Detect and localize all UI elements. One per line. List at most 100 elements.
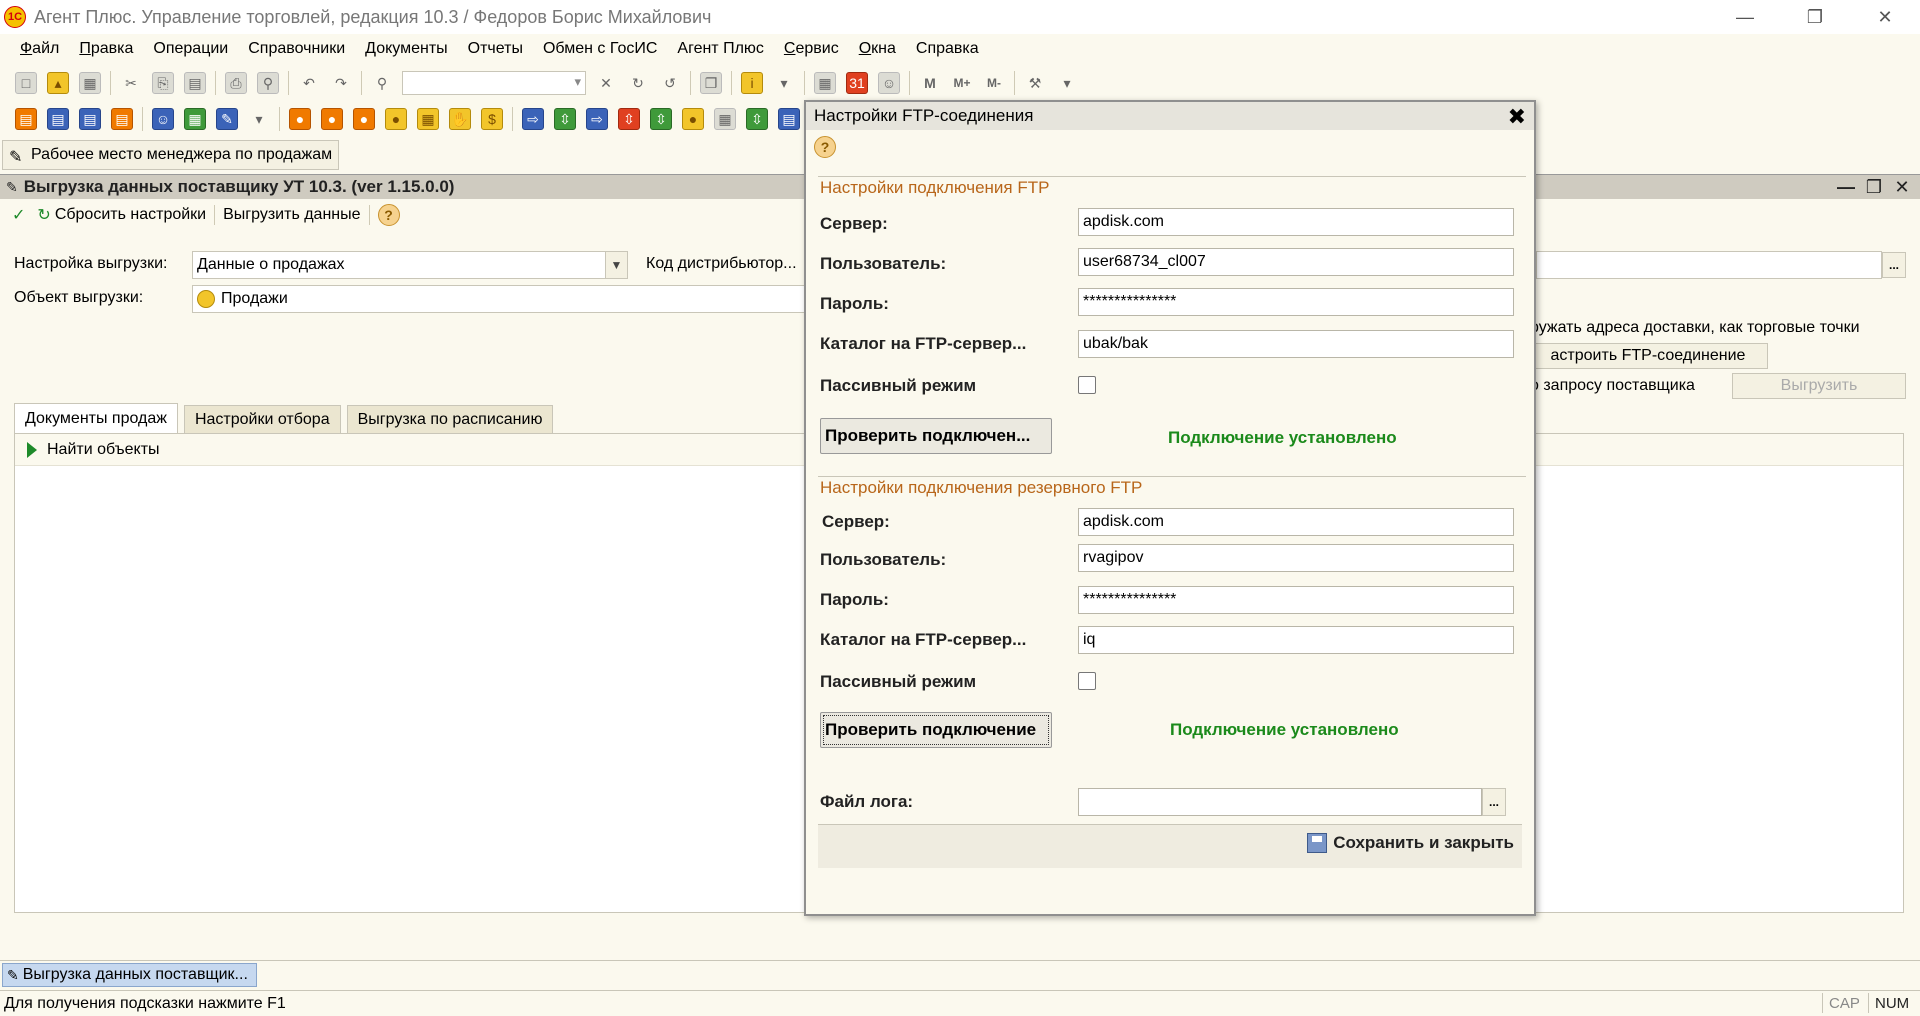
reserve-user-input[interactable]: rvagipov bbox=[1078, 544, 1514, 572]
reserve-passive-mode-checkbox[interactable] bbox=[1078, 672, 1096, 690]
open-folder-icon[interactable]: ▴ bbox=[47, 72, 69, 94]
redo-icon[interactable]: ↷ bbox=[330, 72, 352, 94]
order-2-icon[interactable]: ● bbox=[321, 108, 343, 130]
hand-icon[interactable]: ✋ bbox=[449, 108, 471, 130]
help-button[interactable]: ? bbox=[372, 204, 406, 226]
menu-windows[interactable]: Окна bbox=[849, 40, 906, 58]
doc-stack-orange-icon[interactable]: ▤ bbox=[111, 108, 133, 130]
tab-sales-documents[interactable]: Документы продаж bbox=[14, 403, 178, 433]
dropdown-arrow-icon[interactable]: ▾ bbox=[248, 108, 270, 130]
reserve-server-input[interactable]: apdisk.com bbox=[1078, 508, 1514, 536]
minimize-icon[interactable]: — bbox=[1710, 0, 1780, 34]
reset-settings-button[interactable]: ↻ Сбросить настройки bbox=[31, 205, 212, 225]
distributor-code-select-button[interactable]: ... bbox=[1882, 252, 1906, 278]
find-prev-icon[interactable]: ↺ bbox=[659, 72, 681, 94]
user-input[interactable]: user68734_cl007 bbox=[1078, 248, 1514, 276]
close-icon[interactable]: ✕ bbox=[1850, 0, 1920, 34]
coins-icon[interactable]: ● bbox=[385, 108, 407, 130]
save-icon[interactable]: ▦ bbox=[79, 72, 101, 94]
doc-list-icon[interactable]: ▤ bbox=[47, 108, 69, 130]
passive-mode-checkbox[interactable] bbox=[1078, 376, 1096, 394]
menu-file[interactable]: Файл bbox=[10, 40, 69, 58]
windows-icon[interactable]: ❐ bbox=[700, 72, 722, 94]
memory-minus-icon[interactable]: M- bbox=[983, 72, 1005, 94]
dropdown-arrow-icon[interactable]: ▾ bbox=[773, 72, 795, 94]
warehouse-icon[interactable]: ▦ bbox=[417, 108, 439, 130]
copy-icon[interactable]: ⎘ bbox=[152, 72, 174, 94]
menu-agent-plus[interactable]: Агент Плюс bbox=[667, 40, 774, 58]
transfer-icon[interactable]: ⇳ bbox=[554, 108, 576, 130]
menu-help[interactable]: Справка bbox=[906, 40, 989, 58]
print-icon[interactable]: ⎙ bbox=[225, 72, 247, 94]
taskbar-item-export[interactable]: ✎ Выгрузка данных поставщик... bbox=[2, 963, 257, 987]
memory-plus-icon[interactable]: M+ bbox=[951, 72, 973, 94]
coins-2-icon[interactable]: ● bbox=[682, 108, 704, 130]
find-next-icon[interactable]: ↻ bbox=[627, 72, 649, 94]
search-combo[interactable] bbox=[402, 71, 586, 95]
menu-documents[interactable]: Документы bbox=[355, 40, 457, 58]
undo-icon[interactable]: ↶ bbox=[298, 72, 320, 94]
check-connection-button[interactable]: Проверить подключен... bbox=[820, 418, 1052, 454]
dropdown-arrow-icon[interactable]: ▾ bbox=[1056, 72, 1078, 94]
tab-scheduled-export[interactable]: Выгрузка по расписанию bbox=[346, 405, 554, 433]
move-icon[interactable]: ⇳ bbox=[650, 108, 672, 130]
tab-filter-settings[interactable]: Настройки отбора bbox=[183, 405, 341, 433]
reserve-check-connection-button[interactable]: Проверить подключение bbox=[820, 712, 1052, 748]
search-icon[interactable]: ⚲ bbox=[371, 72, 393, 94]
run-icon[interactable]: ✓ bbox=[6, 205, 31, 225]
doc-minimize-icon[interactable]: — bbox=[1832, 175, 1860, 199]
paste-icon[interactable]: ▤ bbox=[184, 72, 206, 94]
dialog-help-icon[interactable]: ? bbox=[814, 136, 836, 158]
new-doc-icon[interactable]: □ bbox=[15, 72, 37, 94]
outgoing-doc-icon[interactable]: ⇨ bbox=[586, 108, 608, 130]
calendar-icon[interactable]: 31 bbox=[846, 72, 868, 94]
table-icon[interactable]: ▦ bbox=[184, 108, 206, 130]
dialog-close-icon[interactable]: ✖ bbox=[1508, 104, 1526, 130]
menu-edit[interactable]: Правка bbox=[69, 40, 143, 58]
reserve-password-input[interactable]: *************** bbox=[1078, 586, 1514, 614]
tools-icon[interactable]: ⚒ bbox=[1024, 72, 1046, 94]
server-input[interactable]: apdisk.com bbox=[1078, 208, 1514, 236]
catalog-input[interactable]: ubak/bak bbox=[1078, 330, 1514, 358]
save-and-close-button[interactable]: Сохранить и закрыть bbox=[1307, 833, 1514, 853]
memory-m-icon[interactable]: M bbox=[919, 72, 941, 94]
doc-journal-icon[interactable]: ▤ bbox=[15, 108, 37, 130]
export-object-field[interactable]: Продажи bbox=[192, 285, 806, 313]
supplier-request-label[interactable]: о запросу поставщика bbox=[1530, 377, 1695, 395]
order-icon[interactable]: ● bbox=[289, 108, 311, 130]
exchange-icon[interactable]: ⇳ bbox=[746, 108, 768, 130]
info-icon[interactable]: i bbox=[741, 72, 763, 94]
workplace-tab[interactable]: ✎ Рабочее место менеджера по продажам bbox=[2, 140, 340, 170]
chevron-down-icon[interactable]: ▼ bbox=[605, 252, 627, 278]
password-input[interactable]: *************** bbox=[1078, 288, 1514, 316]
return-icon[interactable]: ⇳ bbox=[618, 108, 640, 130]
log-file-input[interactable] bbox=[1078, 788, 1482, 816]
configure-ftp-button[interactable]: астроить FTP-соединение bbox=[1528, 343, 1768, 369]
clear-search-icon[interactable]: ✕ bbox=[595, 72, 617, 94]
menu-service[interactable]: Сервис bbox=[774, 40, 849, 58]
reserve-catalog-input[interactable]: iq bbox=[1078, 626, 1514, 654]
cash-register-icon[interactable]: ▦ bbox=[714, 108, 736, 130]
edit-doc-icon[interactable]: ✎ bbox=[216, 108, 238, 130]
money-icon[interactable]: $ bbox=[481, 108, 503, 130]
menu-catalogs[interactable]: Справочники bbox=[238, 40, 355, 58]
menu-gosis[interactable]: Обмен с ГосИС bbox=[533, 40, 667, 58]
doc-stack-icon[interactable]: ▤ bbox=[79, 108, 101, 130]
incoming-doc-icon[interactable]: ⇨ bbox=[522, 108, 544, 130]
export-button[interactable]: Выгрузить bbox=[1732, 373, 1906, 399]
export-data-button[interactable]: Выгрузить данные bbox=[217, 206, 366, 224]
doc-restore-icon[interactable]: ❐ bbox=[1860, 175, 1888, 199]
distributor-code-field[interactable] bbox=[1536, 251, 1882, 279]
order-3-icon[interactable]: ● bbox=[353, 108, 375, 130]
delivery-address-checkbox-label[interactable]: ружать адреса доставки, как торговые точ… bbox=[1530, 319, 1860, 337]
menu-operations[interactable]: Операции bbox=[143, 40, 238, 58]
export-setting-select[interactable]: Данные о продажах ▼ bbox=[192, 251, 628, 279]
calculator-icon[interactable]: ▦ bbox=[814, 72, 836, 94]
print-preview-icon[interactable]: ⚲ bbox=[257, 72, 279, 94]
doc-close-icon[interactable]: ✕ bbox=[1888, 175, 1916, 199]
report-icon[interactable]: ▤ bbox=[778, 108, 800, 130]
log-file-select-button[interactable]: ... bbox=[1482, 788, 1506, 816]
users-icon[interactable]: ☺ bbox=[878, 72, 900, 94]
menu-reports[interactable]: Отчеты bbox=[458, 40, 533, 58]
restore-icon[interactable]: ❐ bbox=[1780, 0, 1850, 34]
